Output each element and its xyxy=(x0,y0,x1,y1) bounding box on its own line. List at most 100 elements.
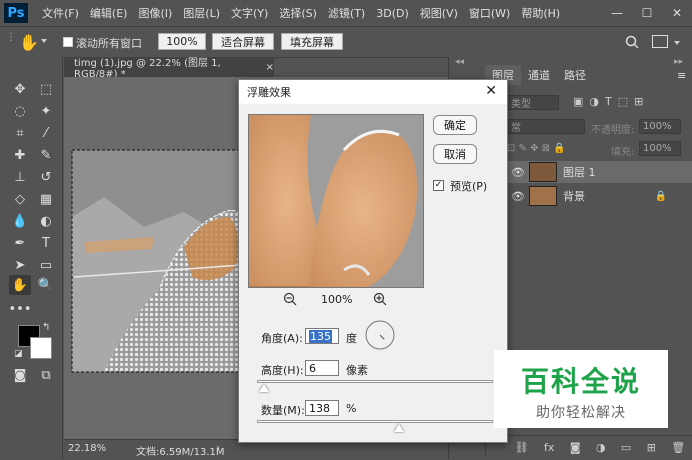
tab-channels[interactable]: 通道 xyxy=(521,65,557,85)
zoom-tool-icon[interactable]: 🔍 xyxy=(35,275,57,295)
visibility-eye-icon[interactable]: 👁 xyxy=(511,166,525,179)
dialog-titlebar[interactable]: 浮雕效果 ✕ xyxy=(239,80,507,104)
background-color-swatch[interactable] xyxy=(30,337,52,359)
cancel-button[interactable]: 取消 xyxy=(433,144,477,164)
expand-icon[interactable]: ▸▸ xyxy=(674,57,690,67)
chevron-down-icon[interactable] xyxy=(674,41,680,45)
swap-colors-icon[interactable]: ↰ xyxy=(42,322,50,333)
menu-select[interactable]: 选择(S) xyxy=(279,5,317,21)
eyedropper-tool-icon[interactable]: ⁄ xyxy=(35,123,57,143)
zoom-level[interactable]: 22.18% xyxy=(68,443,106,454)
height-input[interactable]: 6 xyxy=(305,360,339,376)
crop-tool-icon[interactable]: ⌗ xyxy=(9,123,31,143)
new-group-icon[interactable]: ▭ xyxy=(621,441,631,454)
menu-filter[interactable]: 滤镜(T) xyxy=(328,5,365,21)
maximize-button[interactable]: ☐ xyxy=(632,2,662,24)
watermark-subtitle: 助你轻松解决 xyxy=(536,405,626,421)
dialog-close-icon[interactable]: ✕ xyxy=(485,83,497,99)
scroll-all-windows-checkbox[interactable] xyxy=(63,37,73,47)
eraser-tool-icon[interactable]: ◇ xyxy=(9,189,31,209)
zoom-100-button[interactable]: 100% xyxy=(158,33,206,50)
adjustment-layer-icon[interactable]: ◑ xyxy=(596,441,606,454)
panel-menu-icon[interactable]: ≡ xyxy=(677,69,686,82)
chevron-down-icon[interactable] xyxy=(41,39,47,43)
height-slider-track[interactable] xyxy=(257,380,493,383)
workspace-icon[interactable] xyxy=(652,35,668,48)
fit-screen-button[interactable]: 适合屏幕 xyxy=(212,33,274,50)
menu-type[interactable]: 文字(Y) xyxy=(231,5,268,21)
dodge-tool-icon[interactable]: ◐ xyxy=(35,211,57,231)
minimize-button[interactable]: — xyxy=(602,2,632,24)
menu-window[interactable]: 窗口(W) xyxy=(469,5,510,21)
layer-row[interactable]: 👁 背景 🔒 xyxy=(507,185,692,207)
opacity-field[interactable]: 100% xyxy=(639,119,681,134)
blend-mode-select[interactable]: 常 xyxy=(507,119,585,134)
close-window-button[interactable]: ✕ xyxy=(662,2,692,24)
ok-button[interactable]: 确定 xyxy=(433,115,477,135)
zoom-out-icon[interactable] xyxy=(283,292,297,306)
fill-label: 填充: xyxy=(611,147,635,158)
lasso-tool-icon[interactable]: ◌ xyxy=(9,101,31,121)
layer-filter-icons[interactable]: ▣◑T⬚⊞ xyxy=(573,95,649,108)
angle-dial[interactable] xyxy=(364,319,396,351)
document-tab-close-icon[interactable]: × xyxy=(266,62,274,73)
search-icon[interactable] xyxy=(624,34,640,50)
document-tab[interactable]: timg (1).jpg @ 22.2% (图层 1, RGB/8#) * × xyxy=(64,57,274,80)
hand-tool-preset-icon[interactable]: ✋ xyxy=(18,31,40,53)
menu-3d[interactable]: 3D(D) xyxy=(376,7,409,20)
tab-paths[interactable]: 路径 xyxy=(557,65,593,85)
height-unit: 像素 xyxy=(346,364,368,377)
quick-mask-icon[interactable]: ◙ xyxy=(9,365,31,385)
menu-help[interactable]: 帮助(H) xyxy=(521,5,560,21)
default-colors-icon[interactable]: ◪ xyxy=(14,349,23,359)
hand-tool-icon[interactable]: ✋ xyxy=(9,275,31,295)
zoom-in-icon[interactable] xyxy=(373,292,387,306)
link-layers-icon[interactable]: ⛓ xyxy=(515,441,529,454)
layer-style-icon[interactable]: fx xyxy=(544,441,554,454)
menu-view[interactable]: 视图(V) xyxy=(420,5,458,21)
angle-label: 角度(A): xyxy=(261,332,303,345)
fill-screen-button[interactable]: 填充屏幕 xyxy=(281,33,343,50)
amount-slider-track[interactable] xyxy=(257,420,493,423)
amount-slider-thumb[interactable] xyxy=(393,424,404,432)
height-slider-thumb[interactable] xyxy=(259,384,270,392)
delete-layer-icon[interactable]: 🗑 xyxy=(671,441,685,454)
menu-edit[interactable]: 编辑(E) xyxy=(90,5,128,21)
more-tools-icon[interactable]: ••• xyxy=(9,299,32,319)
chevron-right-icon[interactable]: › xyxy=(216,443,220,454)
photoshop-logo: Ps xyxy=(4,3,28,23)
filter-preview[interactable] xyxy=(248,114,424,288)
preview-zoom-level: 100% xyxy=(321,293,353,306)
menu-file[interactable]: 文件(F) xyxy=(42,5,79,21)
menu-image[interactable]: 图像(I) xyxy=(138,5,172,21)
preview-checkbox[interactable]: ✓ xyxy=(433,180,444,191)
type-tool-icon[interactable]: T xyxy=(35,233,57,253)
collapse-icon[interactable]: ◂◂ xyxy=(455,57,475,67)
pen-tool-icon[interactable]: ✒ xyxy=(9,233,31,253)
move-tool-icon[interactable]: ✥ xyxy=(9,79,31,99)
amount-input[interactable]: 138 xyxy=(305,400,339,416)
fill-value: 100% xyxy=(643,143,672,154)
stamp-tool-icon[interactable]: ⊥ xyxy=(9,167,31,187)
add-mask-icon[interactable]: ◙ xyxy=(570,441,581,454)
visibility-eye-icon[interactable]: 👁 xyxy=(511,190,525,203)
history-brush-tool-icon[interactable]: ↺ xyxy=(35,167,57,187)
screen-mode-icon[interactable]: ⧉ xyxy=(35,365,57,385)
path-selection-tool-icon[interactable]: ➤ xyxy=(9,255,31,275)
layer-row[interactable]: 👁 图层 1 xyxy=(507,161,692,183)
rectangle-tool-icon[interactable]: ▭ xyxy=(35,255,57,275)
marquee-tool-icon[interactable]: ⬚ xyxy=(35,79,57,99)
magic-wand-tool-icon[interactable]: ✦ xyxy=(35,101,57,121)
brush-tool-icon[interactable]: ✎ xyxy=(35,145,57,165)
emboss-dialog: 浮雕效果 ✕ 100% 确定 取消 ✓ 预览(P) 角度(A): 135 度 高… xyxy=(238,79,508,443)
healing-brush-tool-icon[interactable]: ✚ xyxy=(9,145,31,165)
layer-thumbnail xyxy=(528,186,557,206)
opacity-value: 100% xyxy=(643,121,672,132)
blur-tool-icon[interactable]: 💧 xyxy=(9,211,31,231)
layer-kind-filter[interactable]: 类型 xyxy=(507,95,559,110)
angle-input[interactable]: 135 xyxy=(305,328,339,344)
fill-field[interactable]: 100% xyxy=(639,141,681,156)
menu-layer[interactable]: 图层(L) xyxy=(183,5,220,21)
new-layer-icon[interactable]: ⊞ xyxy=(647,441,656,454)
gradient-tool-icon[interactable]: ▦ xyxy=(35,189,57,209)
